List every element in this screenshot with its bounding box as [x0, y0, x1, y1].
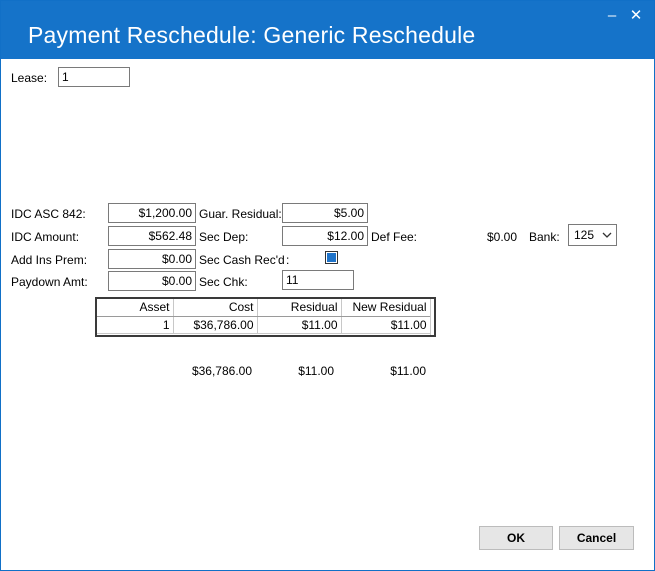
cancel-button[interactable]: Cancel	[559, 526, 634, 550]
close-icon[interactable]: ✕	[627, 7, 645, 25]
table-row[interactable]: 1 $36,786.00 $11.00 $11.00	[97, 316, 431, 334]
asset-grid[interactable]: Asset Cost Residual New Residual 1 $36,7…	[95, 297, 436, 337]
dialog-title: Payment Reschedule: Generic Reschedule	[28, 22, 476, 48]
total-new-residual: $11.00	[390, 364, 426, 378]
add-ins-prem-label: Add Ins Prem:	[11, 253, 88, 267]
cell-new-residual[interactable]: $11.00	[341, 316, 431, 334]
grid-scrollbar[interactable]	[430, 299, 434, 335]
asset-table: Asset Cost Residual New Residual 1 $36,7…	[97, 299, 431, 334]
guar-residual-input[interactable]	[282, 203, 368, 223]
column-header-residual[interactable]: Residual	[257, 299, 342, 317]
ok-button[interactable]: OK	[479, 526, 553, 550]
lease-input[interactable]	[58, 67, 130, 87]
sec-cash-recd-label: Sec Cash Rec'd	[199, 253, 285, 267]
guar-residual-label: Guar. Residual:	[199, 207, 282, 221]
total-cost: $36,786.00	[191, 364, 252, 378]
bank-select[interactable]: 125	[568, 224, 617, 246]
cell-asset[interactable]: 1	[97, 316, 174, 334]
chevron-down-icon	[602, 232, 612, 238]
sec-cash-recd-checkbox[interactable]	[325, 251, 338, 264]
column-header-new-residual[interactable]: New Residual	[341, 299, 431, 317]
sec-chk-input[interactable]	[282, 270, 354, 290]
idc-amount-input[interactable]	[108, 226, 196, 246]
lease-label: Lease:	[11, 71, 48, 85]
paydown-amt-input[interactable]	[108, 271, 196, 291]
grid-header-row: Asset Cost Residual New Residual	[97, 299, 431, 317]
column-header-cost[interactable]: Cost	[173, 299, 258, 317]
cell-residual[interactable]: $11.00	[257, 316, 342, 334]
cell-cost[interactable]: $36,786.00	[173, 316, 258, 334]
payment-reschedule-dialog: Payment Reschedule: Generic Reschedule –…	[0, 0, 655, 571]
idc-asc-842-label: IDC ASC 842:	[11, 207, 86, 221]
def-fee-label: Def Fee:	[371, 230, 418, 244]
checkbox-checked-indicator	[327, 253, 336, 262]
bank-selected-value: 125	[574, 228, 595, 242]
sec-dep-input[interactable]	[282, 226, 368, 246]
column-header-asset[interactable]: Asset	[97, 299, 174, 317]
idc-amount-label: IDC Amount:	[11, 230, 80, 244]
idc-asc-842-input[interactable]	[108, 203, 196, 223]
total-residual: $11.00	[298, 364, 334, 378]
def-fee-value: $0.00	[487, 230, 518, 244]
title-bar: Payment Reschedule: Generic Reschedule –…	[1, 1, 654, 59]
bank-label: Bank:	[529, 230, 560, 244]
sec-chk-label: Sec Chk:	[199, 275, 248, 289]
add-ins-prem-input[interactable]	[108, 249, 196, 269]
sec-cash-recd-colon: :	[286, 253, 290, 267]
paydown-amt-label: Paydown Amt:	[11, 275, 88, 289]
minimize-icon[interactable]: –	[603, 7, 621, 25]
sec-dep-label: Sec Dep:	[199, 230, 249, 244]
